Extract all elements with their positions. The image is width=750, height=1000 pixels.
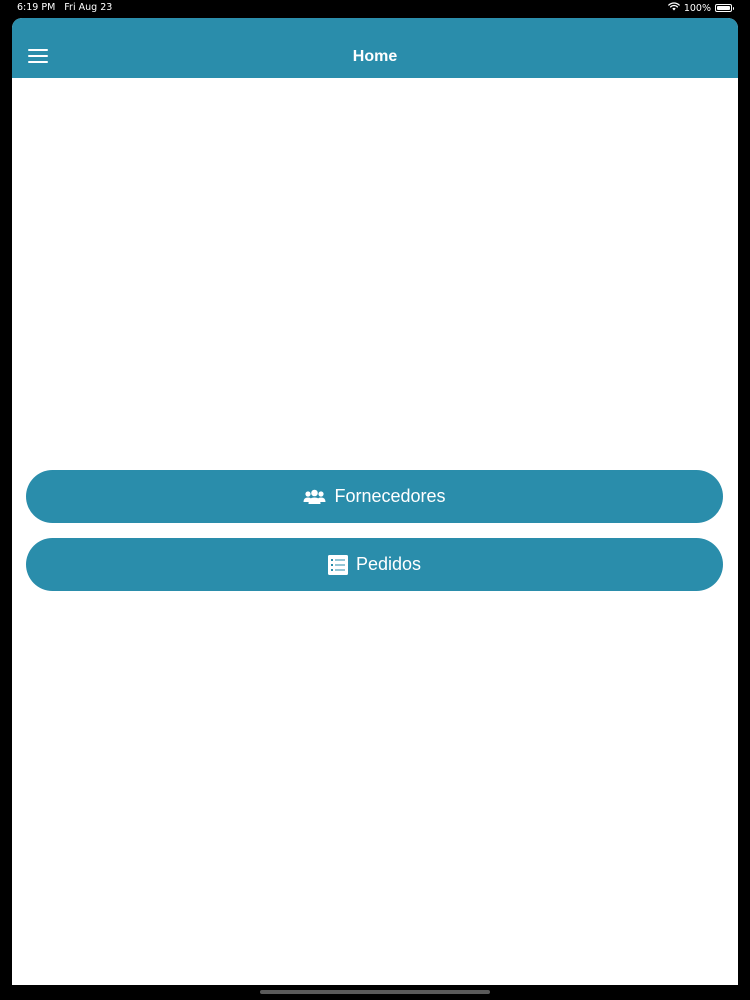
nav-bar: Home [12,18,738,78]
app-window: Home Fornecedores Pedidos [12,18,738,985]
page-title: Home [352,48,398,65]
status-time: 6:19 PM [17,2,56,13]
battery-icon [715,4,734,12]
status-bar: 6:19 PM Fri Aug 23 100% [0,0,750,16]
pedidos-button-label: Pedidos [355,554,422,574]
pedidos-button[interactable]: Pedidos [26,538,723,591]
fornecedores-button[interactable]: Fornecedores [26,470,723,523]
wifi-icon [667,2,680,14]
home-indicator [260,990,490,994]
list-icon [327,554,348,575]
fornecedores-button-label: Fornecedores [334,486,446,506]
battery-percentage: 100% [683,2,711,14]
users-group-icon [303,489,326,505]
status-date: Fri Aug 23 [64,2,113,13]
